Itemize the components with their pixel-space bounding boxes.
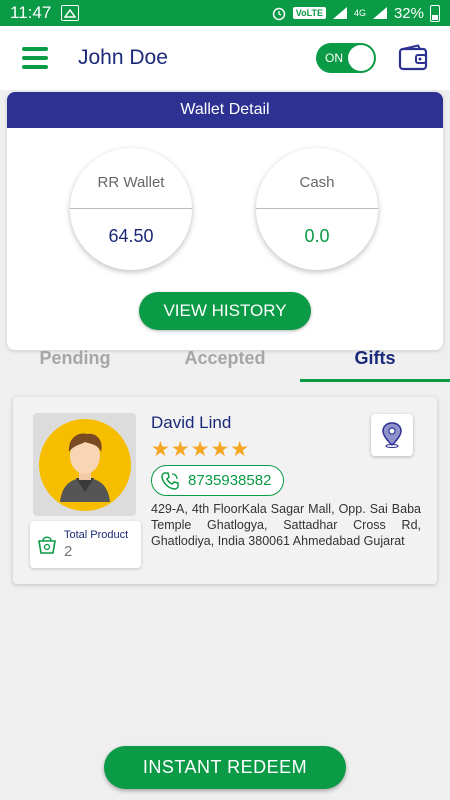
online-toggle[interactable]: ON <box>316 43 376 73</box>
rr-divider <box>70 208 192 209</box>
network-type: 4G <box>353 8 366 18</box>
phone-number: 8735938582 <box>188 472 272 489</box>
signal-icon <box>332 7 347 19</box>
call-button[interactable]: 8735938582 <box>151 465 285 496</box>
toggle-knob <box>348 45 374 71</box>
avatar <box>33 413 136 516</box>
battery-icon <box>430 4 440 22</box>
gift-card[interactable]: Total Product 2 David Lind ★★★★★ 8735938… <box>13 397 437 584</box>
app-notification-icon <box>61 5 80 21</box>
user-name: John Doe <box>78 46 168 69</box>
total-product-box: Total Product 2 <box>30 521 141 568</box>
map-pin-icon <box>382 422 402 448</box>
wallet-card: Wallet Detail RR Wallet 64.50 Cash 0.0 V… <box>7 92 443 350</box>
tab-pending[interactable]: Pending <box>0 342 150 382</box>
location-button[interactable] <box>371 414 413 456</box>
cash-divider <box>256 208 378 209</box>
wallet-icon[interactable] <box>398 44 428 72</box>
cash-circle: Cash 0.0 <box>256 148 378 270</box>
shopping-bag-icon <box>38 536 56 554</box>
status-indicators: VoLTE 4G 32% <box>271 4 440 22</box>
rating-stars: ★★★★★ <box>151 438 251 461</box>
toggle-label: ON <box>325 51 343 65</box>
cash-value: 0.0 <box>304 226 330 246</box>
rr-wallet-label: RR Wallet <box>97 174 165 191</box>
total-product-label: Total Product <box>64 529 129 541</box>
gift-address: 429-A, 4th FloorKala Sagar Mall, Opp. Sa… <box>151 502 421 548</box>
volte-badge: VoLTE <box>292 7 326 19</box>
hamburger-menu-icon[interactable] <box>22 47 48 69</box>
instant-redeem-button[interactable]: INSTANT REDEEM <box>104 746 346 789</box>
signal-icon-2 <box>372 7 387 19</box>
app-bar: John Doe ON <box>0 26 450 90</box>
status-time: 11:47 <box>10 3 52 22</box>
cash-label: Cash <box>299 174 335 191</box>
rr-wallet-value: 64.50 <box>108 226 154 246</box>
rr-wallet-circle: RR Wallet 64.50 <box>70 148 192 270</box>
tab-gifts[interactable]: Gifts <box>300 342 450 382</box>
view-history-button[interactable]: VIEW HISTORY <box>139 292 311 330</box>
wallet-title: Wallet Detail <box>7 92 443 128</box>
tab-bar: Pending Accepted Gifts <box>0 342 450 382</box>
battery-percent: 32% <box>393 4 424 22</box>
avatar-icon <box>38 418 131 511</box>
total-product-count: 2 <box>64 543 73 560</box>
status-bar: 11:47 VoLTE 4G 32% <box>0 0 450 26</box>
phone-icon <box>161 471 179 490</box>
alarm-icon <box>272 7 286 21</box>
tab-accepted[interactable]: Accepted <box>150 342 300 382</box>
gift-recipient-name: David Lind <box>151 413 232 432</box>
